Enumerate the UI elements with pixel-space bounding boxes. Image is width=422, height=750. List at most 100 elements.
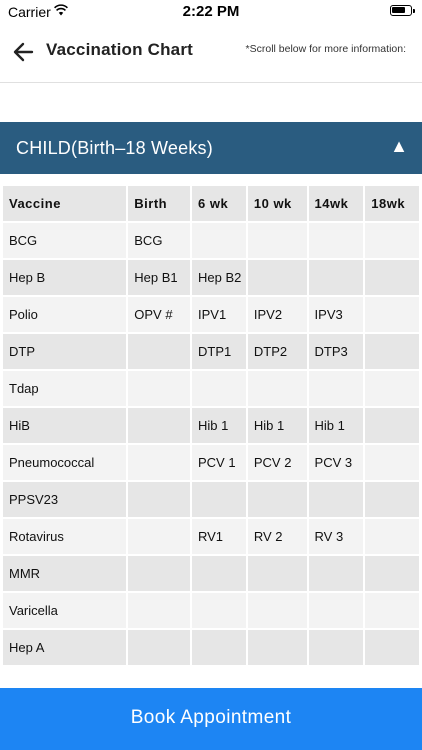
dose-cell	[365, 519, 419, 554]
dose-cell	[191, 556, 246, 591]
dose-cell: DTP1	[191, 334, 246, 369]
table-row: Hep B Hep B1 Hep B2	[3, 260, 419, 295]
dose-cell	[308, 223, 364, 258]
column-header: 6 wk	[191, 186, 246, 221]
dose-cell	[128, 556, 190, 591]
dose-cell: IPV2	[247, 297, 307, 332]
dose-cell	[308, 260, 364, 295]
dose-cell: Hib 1	[191, 408, 246, 443]
dose-cell	[365, 371, 419, 406]
dose-cell	[247, 482, 307, 517]
dose-cell	[365, 223, 419, 258]
dose-cell	[191, 482, 246, 517]
dose-cell	[128, 371, 190, 406]
dose-cell	[247, 260, 307, 295]
vaccine-name-cell: Hep A	[3, 630, 127, 665]
table-row: DTP DTP1 DTP2 DTP3	[3, 334, 419, 369]
vaccine-name-cell: Polio	[3, 297, 127, 332]
collapse-arrow-icon[interactable]: ▲	[390, 136, 408, 157]
table-row: Varicella	[3, 593, 419, 628]
vaccine-name-cell: Rotavirus	[3, 519, 127, 554]
dose-cell	[365, 630, 419, 665]
dose-cell	[308, 556, 364, 591]
table-row: Hep A	[3, 630, 419, 665]
dose-cell: Hib 1	[308, 408, 364, 443]
dose-cell: DTP3	[308, 334, 364, 369]
scroll-hint: *Scroll below for more information:	[245, 43, 406, 55]
dose-cell	[191, 593, 246, 628]
status-time: 2:22 PM	[182, 3, 240, 20]
column-header: Vaccine	[3, 186, 127, 221]
dose-cell	[247, 630, 307, 665]
vaccine-name-cell: MMR	[3, 556, 127, 591]
table-row: BCG BCG	[3, 223, 419, 258]
column-header: 14wk	[308, 186, 364, 221]
dose-cell	[247, 223, 307, 258]
dose-cell	[308, 593, 364, 628]
dose-cell	[247, 593, 307, 628]
vaccine-name-cell: Tdap	[3, 371, 127, 406]
dose-cell	[128, 445, 190, 480]
back-arrow-icon[interactable]	[10, 38, 38, 66]
dose-cell	[365, 260, 419, 295]
dose-cell: DTP2	[247, 334, 307, 369]
navigation-bar: Vaccination Chart *Scroll below for more…	[0, 24, 422, 83]
vaccine-name-cell: Hep B	[3, 260, 127, 295]
column-header: 10 wk	[247, 186, 307, 221]
table-row: MMR	[3, 556, 419, 591]
dose-cell	[128, 519, 190, 554]
page-title: Vaccination Chart	[46, 40, 193, 59]
dose-cell: RV1	[191, 519, 246, 554]
dose-cell	[308, 371, 364, 406]
dose-cell	[191, 223, 246, 258]
table-row: Polio OPV # IPV1 IPV2 IPV3	[3, 297, 419, 332]
vaccination-table: Vaccine Birth 6 wk 10 wk 14wk 18wk BCG BCG Hep B…	[2, 186, 420, 667]
dose-cell	[365, 445, 419, 480]
dose-cell	[128, 408, 190, 443]
table-row: PPSV23	[3, 482, 419, 517]
section-header-child[interactable]: CHILD(Birth–18 Weeks) ▲	[0, 122, 422, 174]
vaccine-name-cell: HiB	[3, 408, 127, 443]
dose-cell	[365, 334, 419, 369]
dose-cell	[128, 630, 190, 665]
dose-cell: Hep B2	[191, 260, 246, 295]
dose-cell	[365, 556, 419, 591]
vaccination-table-container[interactable]: Vaccine Birth 6 wk 10 wk 14wk 18wk BCG BCG Hep B…	[2, 186, 420, 688]
dose-cell: RV 3	[308, 519, 364, 554]
battery-icon	[390, 5, 415, 16]
dose-cell	[191, 371, 246, 406]
dose-cell: IPV3	[308, 297, 364, 332]
dose-cell: RV 2	[247, 519, 307, 554]
section-title: CHILD(Birth–18 Weeks)	[16, 138, 213, 158]
dose-cell	[247, 556, 307, 591]
dose-cell: PCV 3	[308, 445, 364, 480]
dose-cell: PCV 2	[247, 445, 307, 480]
dose-cell	[191, 630, 246, 665]
vaccine-name-cell: Pneumococcal	[3, 445, 127, 480]
dose-cell	[365, 482, 419, 517]
table-row: Pneumococcal PCV 1 PCV 2 PCV 3	[3, 445, 419, 480]
dose-cell	[308, 482, 364, 517]
vaccine-name-cell: Varicella	[3, 593, 127, 628]
dose-cell: IPV1	[191, 297, 246, 332]
dose-cell	[308, 630, 364, 665]
table-header-row: Vaccine Birth 6 wk 10 wk 14wk 18wk	[3, 186, 419, 221]
table-row: HiB Hib 1 Hib 1 Hib 1	[3, 408, 419, 443]
dose-cell	[365, 408, 419, 443]
dose-cell	[247, 371, 307, 406]
dose-cell	[128, 593, 190, 628]
dose-cell	[365, 593, 419, 628]
status-bar: Carrier 2:22 PM	[0, 0, 422, 24]
dose-cell: OPV #	[128, 297, 190, 332]
vaccine-name-cell: BCG	[3, 223, 127, 258]
dose-cell: Hib 1	[247, 408, 307, 443]
dose-cell: PCV 1	[191, 445, 246, 480]
dose-cell: Hep B1	[128, 260, 190, 295]
book-appointment-button[interactable]: Book Appointment	[0, 688, 422, 750]
dose-cell	[128, 482, 190, 517]
table-row: Tdap	[3, 371, 419, 406]
vaccine-name-cell: DTP	[3, 334, 127, 369]
dose-cell	[128, 334, 190, 369]
column-header: Birth	[128, 186, 190, 221]
vaccine-name-cell: PPSV23	[3, 482, 127, 517]
